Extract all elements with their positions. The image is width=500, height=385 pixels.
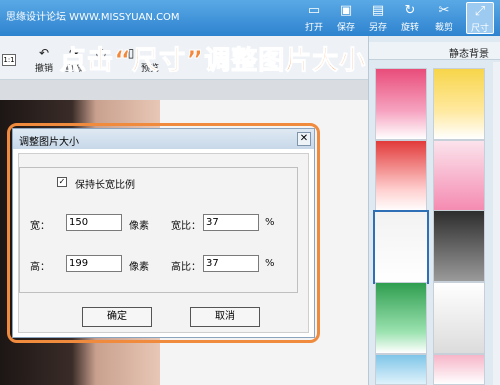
rotate-button[interactable]: ↻ 旋转	[396, 2, 424, 34]
width-ratio-input[interactable]: 37	[203, 214, 259, 231]
ok-button[interactable]: 确定	[82, 307, 152, 327]
height-ratio-input[interactable]: 37	[203, 255, 259, 272]
keep-ratio-label: 保持长宽比例	[75, 180, 135, 191]
template-thumb[interactable]	[375, 354, 427, 385]
dialog-body: ✓ 保持长宽比例 宽： 150 像素 宽比： 37 % 高： 199 像素 高比…	[18, 153, 309, 333]
crop-button[interactable]: ✂ 裁剪	[430, 2, 458, 34]
template-thumb[interactable]	[433, 282, 485, 354]
template-panel: 静态背景	[368, 36, 500, 385]
dialog-titlebar: 调整图片大小 ✕	[13, 129, 314, 149]
template-thumb[interactable]	[375, 68, 427, 140]
width-ratio-unit: %	[265, 217, 275, 228]
scrollbar[interactable]	[493, 62, 500, 385]
width-unit: 像素	[129, 221, 149, 232]
template-thumb[interactable]	[433, 140, 485, 212]
template-thumb[interactable]	[375, 282, 427, 354]
height-unit: 像素	[129, 262, 149, 273]
template-thumb-selected[interactable]	[373, 210, 429, 284]
floppy-icon: ▣	[339, 3, 353, 18]
template-tabs: 静态背景	[369, 42, 500, 60]
height-ratio-label: 高比：	[171, 262, 201, 273]
ratio-button[interactable]: 1:1	[2, 54, 16, 66]
folder-icon: ▭	[307, 3, 321, 18]
saveas-icon: ▤	[371, 3, 385, 18]
resize-icon: ⤢	[474, 4, 486, 19]
height-label: 高：	[30, 262, 50, 273]
template-thumb[interactable]	[433, 354, 485, 385]
scissors-icon: ✂	[438, 3, 450, 18]
watermark: 思缘设计论坛 WWW.MISSYUAN.COM	[6, 12, 180, 23]
cancel-button[interactable]: 取消	[190, 307, 260, 327]
template-thumb[interactable]	[433, 68, 485, 140]
height-input[interactable]: 199	[66, 255, 122, 272]
width-label: 宽：	[30, 221, 50, 232]
tutorial-headline: 点击“尺寸”调整图片大小	[59, 46, 367, 77]
keep-ratio-checkbox[interactable]: ✓	[57, 177, 67, 187]
size-group: ✓ 保持长宽比例 宽： 150 像素 宽比： 37 % 高： 199 像素 高比…	[19, 167, 298, 293]
size-button[interactable]: ⤢ 尺寸	[466, 2, 494, 34]
tab-static-background[interactable]: 静态背景	[449, 45, 489, 60]
save-button[interactable]: ▣ 保存	[332, 2, 360, 34]
template-thumb[interactable]	[375, 140, 427, 212]
dialog-title: 调整图片大小	[19, 137, 79, 148]
close-icon[interactable]: ✕	[297, 132, 311, 146]
width-ratio-label: 宽比：	[171, 221, 201, 232]
top-toolbar: 思缘设计论坛 WWW.MISSYUAN.COM ▭ 打开 ▣ 保存 ▤ 另存 ↻ 旋转 …	[0, 0, 500, 36]
rotate-icon: ↻	[404, 3, 416, 18]
resize-dialog: 调整图片大小 ✕ ✓ 保持长宽比例 宽： 150 像素 宽比： 37 % 高： …	[12, 128, 315, 338]
open-button[interactable]: ▭ 打开	[300, 2, 328, 34]
undo-icon: ↶	[38, 46, 50, 60]
width-input[interactable]: 150	[66, 214, 122, 231]
template-thumb[interactable]	[433, 210, 485, 282]
height-ratio-unit: %	[265, 258, 275, 269]
save-as-button[interactable]: ▤ 另存	[364, 2, 392, 34]
undo-button[interactable]: ↶ 撤销	[30, 45, 58, 75]
